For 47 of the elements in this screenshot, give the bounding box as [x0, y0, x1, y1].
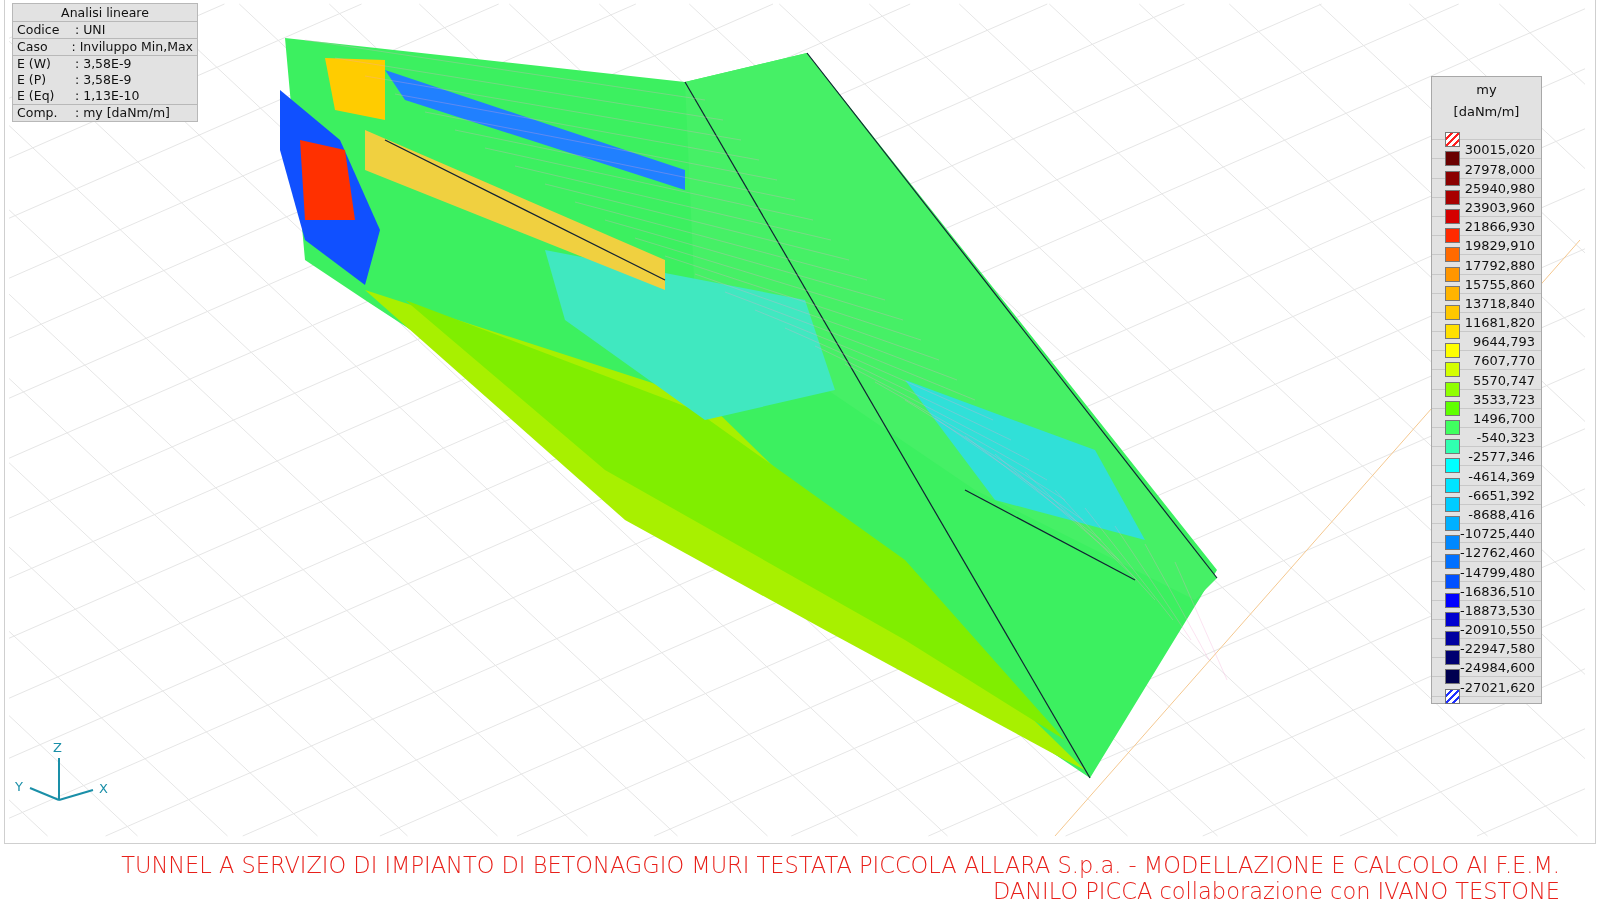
info-value: : Inviluppo Min,Max	[71, 39, 193, 55]
legend-value: 1496,700	[1472, 411, 1535, 427]
legend-value: -22947,580	[1460, 641, 1535, 658]
legend-value: 17792,880	[1464, 257, 1535, 274]
legend-value: -16836,510	[1460, 583, 1535, 600]
info-label: Codice	[17, 22, 61, 38]
legend-value: 27978,000	[1464, 161, 1535, 178]
info-title: Analisi lineare	[13, 4, 197, 22]
legend-value: -14799,480	[1460, 564, 1535, 581]
legend-value: 23903,960	[1464, 199, 1535, 216]
legend-value: -12762,460	[1460, 545, 1535, 562]
info-value: : 3,58E-9	[75, 72, 132, 88]
legend-value: -27021,620	[1460, 679, 1535, 696]
legend-value: -20910,550	[1460, 622, 1535, 639]
legend-value: 11681,820	[1464, 315, 1535, 332]
legend-value: 3533,723	[1472, 391, 1535, 408]
legend-value: 19829,910	[1464, 238, 1535, 255]
legend-value: -18873,530	[1460, 602, 1535, 619]
legend-value: -8688,416	[1468, 506, 1535, 523]
legend-value: 5570,747	[1472, 372, 1535, 389]
info-value: : UNI	[75, 22, 106, 38]
legend-value: 7607,770	[1472, 353, 1535, 370]
legend-value: -2577,346	[1468, 449, 1535, 466]
info-value: : 1,13E-10	[75, 88, 140, 104]
legend-value: -6651,392	[1468, 487, 1535, 504]
caption-text: DANILO PICCA collaborazione con IVANO TESTONE	[992, 878, 1560, 904]
legend-value: 13718,840	[1464, 295, 1535, 312]
legend-value: 25940,980	[1464, 180, 1535, 197]
info-value: : 3,58E-9	[75, 56, 132, 72]
legend-value: 30015,020	[1464, 142, 1535, 159]
caption-text: TUNNEL A SERVIZIO DI IMPIANTO DI BETONAGGIO MURI TESTATA PICCOLA ALLARA S.p.a. - MODELLAZIONE E CALCOLO AI F.E.M.	[121, 852, 1560, 878]
info-value: : my [daNm/m]	[75, 105, 170, 121]
legend-value: -24984,600	[1460, 660, 1535, 677]
legend-value: 9644,793	[1472, 334, 1535, 351]
legend-value: -540,323	[1476, 430, 1535, 447]
info-label: Caso	[17, 39, 49, 55]
info-label: E (W)	[17, 56, 52, 72]
axis-triad-drawing: Z Y X	[15, 740, 108, 801]
legend-title: my	[1475, 81, 1498, 99]
info-label: E (Eq)	[17, 88, 56, 104]
info-label: Comp.	[17, 105, 59, 121]
legend-value: 15755,860	[1464, 276, 1535, 293]
legend-value: 21866,930	[1464, 219, 1535, 236]
legend-value: -4614,369	[1468, 468, 1535, 485]
info-label: E (P)	[17, 72, 48, 88]
legend-unit: [daNm/m]	[1452, 103, 1521, 121]
legend-value: -10725,440	[1460, 526, 1535, 543]
